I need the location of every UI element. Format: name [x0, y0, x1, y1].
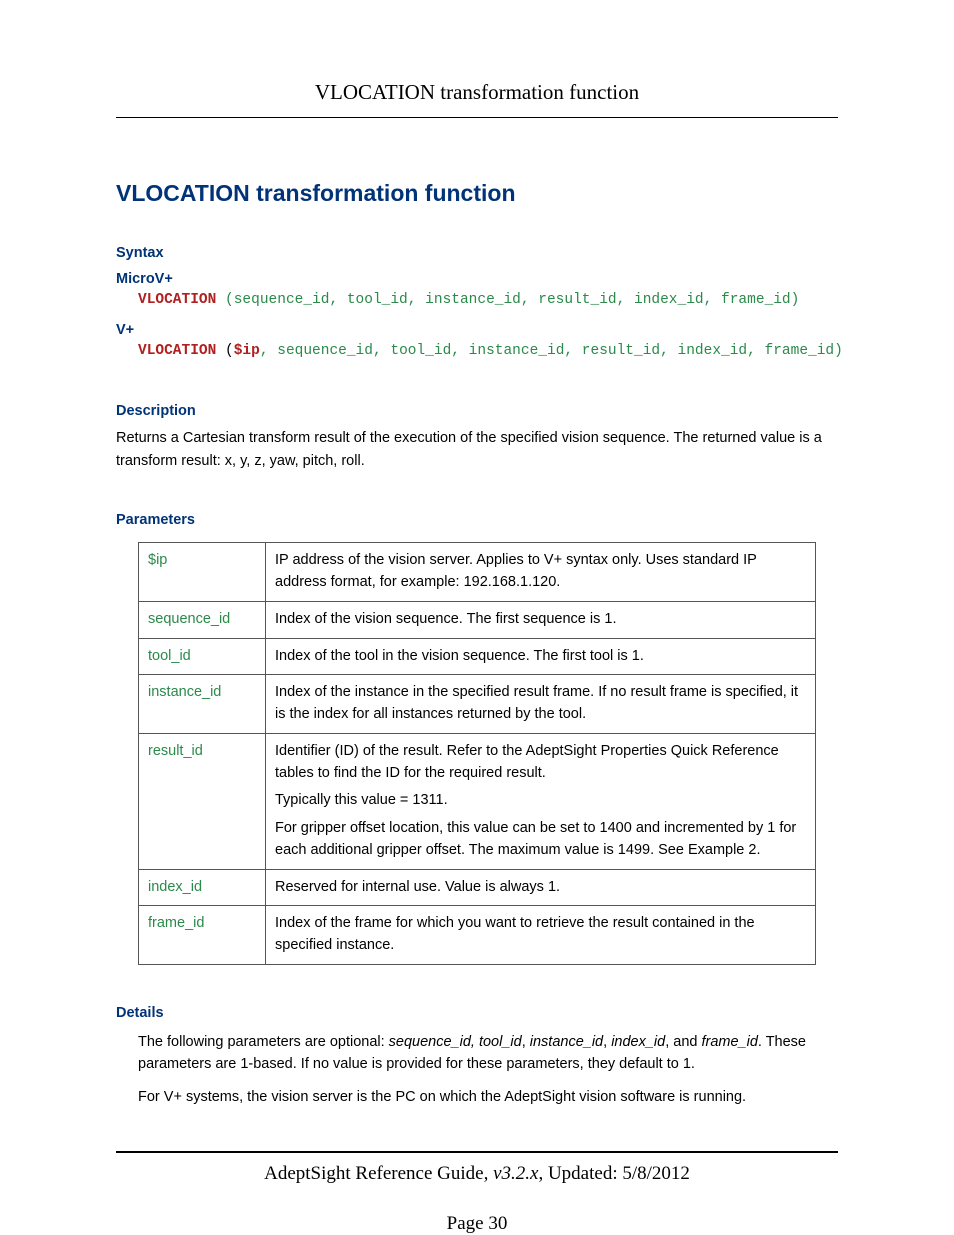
param-desc: Identifier (ID) of the result. Refer to …	[266, 733, 816, 869]
footer-rule	[116, 1151, 838, 1153]
section-heading-syntax: Syntax	[116, 245, 838, 261]
text: , and	[665, 1034, 701, 1050]
section-heading-details: Details	[116, 1005, 838, 1021]
param-desc: Index of the frame for which you want to…	[266, 906, 816, 965]
code-microv: VLOCATION (sequence_id, tool_id, instanc…	[138, 289, 838, 312]
param-name: $ip	[139, 543, 266, 602]
param-name: tool_id	[139, 638, 266, 675]
footer: AdeptSight Reference Guide, v3.2.x, Upda…	[116, 1151, 838, 1185]
param-name: index_id	[139, 869, 266, 906]
table-row: frame_id Index of the frame for which yo…	[139, 906, 816, 965]
table-row: instance_id Index of the instance in the…	[139, 675, 816, 734]
param-name: instance_id	[139, 675, 266, 734]
text: The following parameters are optional:	[138, 1034, 389, 1050]
code-vplus: VLOCATION ($ip, sequence_id, tool_id, in…	[138, 340, 838, 363]
header-rule	[116, 117, 838, 118]
details-paragraph: For V+ systems, the vision server is the…	[138, 1086, 838, 1108]
param-desc-line: Typically this value = 1311.	[275, 790, 806, 812]
args-vplus: , sequence_id, tool_id, instance_id, res…	[260, 343, 843, 359]
section-heading-parameters: Parameters	[116, 512, 838, 528]
open-paren: (	[216, 343, 233, 359]
param-name: sequence_id	[139, 601, 266, 638]
italic: index_id	[611, 1034, 665, 1050]
args-microv: (sequence_id, tool_id, instance_id, resu…	[216, 292, 799, 308]
text: ,	[603, 1034, 611, 1050]
running-header: VLOCATION transformation function	[116, 80, 838, 105]
footer-guide: AdeptSight Reference Guide	[264, 1163, 483, 1184]
description-text: Returns a Cartesian transform result of …	[116, 427, 838, 472]
param-desc: Index of the tool in the vision sequence…	[266, 638, 816, 675]
keyword-vlocation: VLOCATION	[138, 343, 216, 359]
param-name: frame_id	[139, 906, 266, 965]
arg-ip: $ip	[234, 343, 260, 359]
param-name: result_id	[139, 733, 266, 869]
param-desc: Index of the vision sequence. The first …	[266, 601, 816, 638]
param-desc: Index of the instance in the specified r…	[266, 675, 816, 734]
table-row: index_id Reserved for internal use. Valu…	[139, 869, 816, 906]
table-row: $ip IP address of the vision server. App…	[139, 543, 816, 602]
footer-text: AdeptSight Reference Guide, v3.2.x, Upda…	[116, 1163, 838, 1185]
param-desc-line: Identifier (ID) of the result. Refer to …	[275, 741, 806, 785]
italic: frame_id	[701, 1034, 757, 1050]
page-title: VLOCATION transformation function	[116, 180, 838, 207]
page-number: Page 30	[0, 1213, 954, 1235]
table-row: sequence_id Index of the vision sequence…	[139, 601, 816, 638]
parameters-table: $ip IP address of the vision server. App…	[138, 542, 816, 965]
italic: instance_id	[530, 1034, 603, 1050]
text: ,	[522, 1034, 530, 1050]
param-desc: Reserved for internal use. Value is alwa…	[266, 869, 816, 906]
italic: sequence_id, tool_id	[389, 1034, 522, 1050]
details-paragraph: The following parameters are optional: s…	[138, 1031, 838, 1076]
param-desc-line: For gripper offset location, this value …	[275, 818, 806, 862]
table-row: tool_id Index of the tool in the vision …	[139, 638, 816, 675]
footer-version: , v3.2.x	[484, 1163, 539, 1184]
footer-updated: , Updated: 5/8/2012	[538, 1163, 689, 1184]
subhead-microv: MicroV+	[116, 271, 838, 287]
page: VLOCATION transformation function VLOCAT…	[0, 0, 954, 1235]
param-desc: IP address of the vision server. Applies…	[266, 543, 816, 602]
section-heading-description: Description	[116, 403, 838, 419]
details-block: The following parameters are optional: s…	[138, 1031, 838, 1108]
keyword-vlocation: VLOCATION	[138, 292, 216, 308]
table-row: result_id Identifier (ID) of the result.…	[139, 733, 816, 869]
subhead-vplus: V+	[116, 322, 838, 338]
